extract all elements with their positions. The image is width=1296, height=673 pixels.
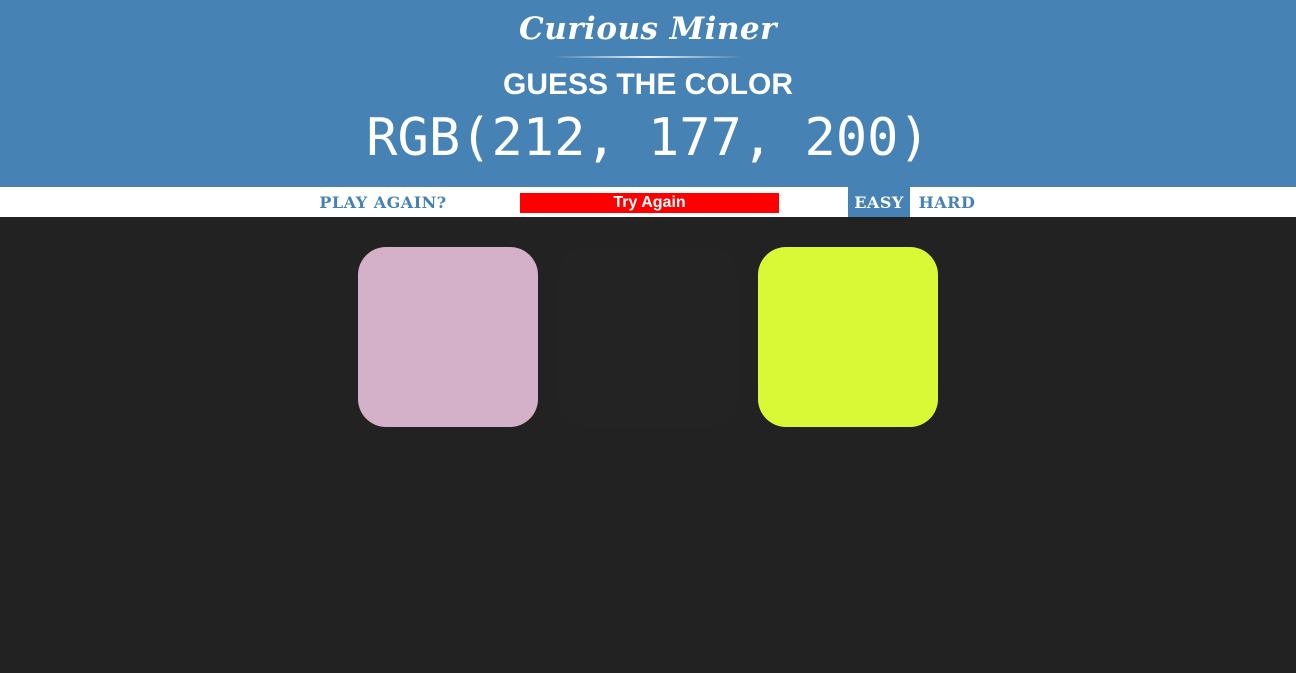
- easy-mode-button[interactable]: EASY: [848, 187, 910, 217]
- play-again-button[interactable]: PLAY AGAIN?: [318, 187, 448, 217]
- brand-logo: Curious Miner: [519, 11, 777, 47]
- color-square[interactable]: [558, 247, 738, 427]
- header: Curious Miner GUESS THE COLOR RGB(212, 1…: [0, 0, 1296, 187]
- color-board: [0, 217, 1296, 673]
- rgb-target-display: RGB(212, 177, 200): [366, 108, 930, 168]
- brand-divider: [553, 56, 743, 58]
- status-message: Try Again: [520, 193, 779, 213]
- control-stripe: PLAY AGAIN? Try Again EASY HARD: [0, 187, 1296, 217]
- page-title: GUESS THE COLOR: [502, 68, 794, 101]
- hard-mode-button[interactable]: HARD: [914, 187, 980, 217]
- color-square[interactable]: [358, 247, 538, 427]
- color-square[interactable]: [758, 247, 938, 427]
